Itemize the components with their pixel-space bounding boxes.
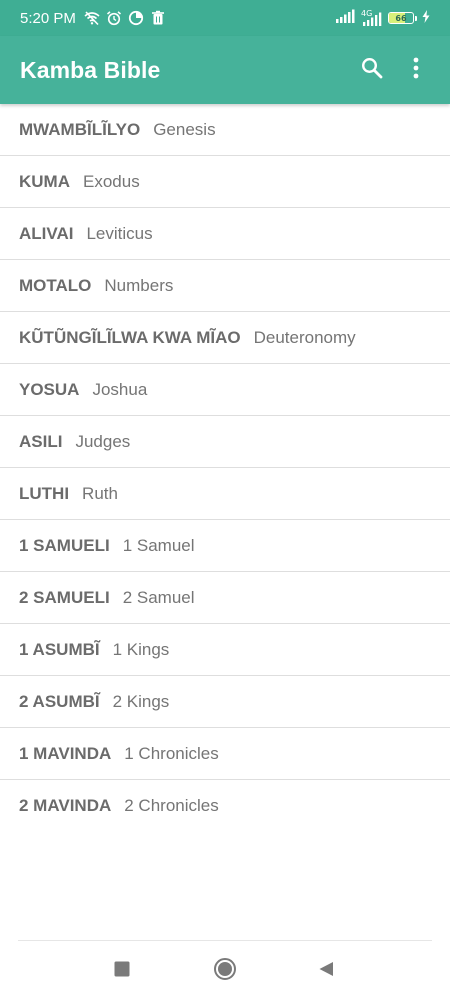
book-kamba-name: LUTHI xyxy=(19,483,70,503)
book-english-name: 1 Samuel xyxy=(122,535,195,555)
battery-level: 66 xyxy=(395,13,407,23)
app-bar: Kamba Bible xyxy=(0,36,450,104)
status-right: 4G 66 xyxy=(336,9,430,27)
system-nav-bar xyxy=(0,941,450,1000)
book-english-name: Judges xyxy=(75,431,131,451)
battery-tip xyxy=(415,15,417,21)
home-icon xyxy=(213,957,237,986)
book-list-item[interactable]: MOTALO Numbers xyxy=(0,260,450,312)
book-list-item[interactable]: LUTHI Ruth xyxy=(0,468,450,520)
book-kamba-name: KŨTŨNGĨLĨLWA KWA MĨAO xyxy=(19,327,241,347)
book-kamba-name: ASILI xyxy=(19,431,63,451)
status-left: 5:20 PM xyxy=(20,10,166,27)
book-list-item[interactable]: 2 ASUMBĨ 2 Kings xyxy=(0,676,450,728)
book-list-item[interactable]: KUMA Exodus xyxy=(0,156,450,208)
book-english-name: 1 Kings xyxy=(112,639,170,659)
book-list-item[interactable]: KŨTŨNGĨLĨLWA KWA MĨAO Deuteronomy xyxy=(0,312,450,364)
book-english-name: Numbers xyxy=(104,275,174,295)
recents-button[interactable] xyxy=(110,959,134,983)
home-button[interactable] xyxy=(213,957,237,986)
signal-4g-icon: 4G xyxy=(361,9,383,26)
back-button[interactable] xyxy=(314,959,338,983)
signal-icon xyxy=(336,9,356,27)
status-time: 5:20 PM xyxy=(20,9,76,27)
book-list-item[interactable]: MWAMBĨLĨLYO Genesis xyxy=(0,104,450,156)
book-english-name: Leviticus xyxy=(86,223,153,243)
battery-icon: 66 xyxy=(388,12,417,24)
book-kamba-name: MWAMBĨLĨLYO xyxy=(19,119,141,139)
charging-icon xyxy=(422,9,430,27)
app-actions xyxy=(350,48,438,92)
book-kamba-name: 1 MAVINDA xyxy=(19,743,112,763)
book-list: MWAMBĨLĨLYO Genesis KUMA Exodus ALIVAI Leviti… xyxy=(0,104,450,831)
book-list-item[interactable]: 1 MAVINDA 1 Chronicles xyxy=(0,728,450,780)
book-kamba-name: KUMA xyxy=(19,171,70,191)
book-english-name: Ruth xyxy=(82,483,118,503)
app-title: Kamba Bible xyxy=(20,56,161,83)
more-options-button[interactable] xyxy=(394,48,438,92)
book-kamba-name: ALIVAI xyxy=(19,223,74,243)
book-english-name: 2 Samuel xyxy=(122,587,195,607)
book-english-name: 2 Kings xyxy=(112,691,170,711)
search-icon xyxy=(360,56,384,85)
recents-icon xyxy=(114,961,130,982)
book-list-item[interactable]: YOSUA Joshua xyxy=(0,364,450,416)
data-saver-icon xyxy=(128,10,144,26)
wifi-off-icon xyxy=(84,10,100,26)
battery-body: 66 xyxy=(388,12,414,24)
back-icon xyxy=(318,961,334,982)
book-kamba-name: MOTALO xyxy=(19,275,92,295)
book-list-item[interactable]: 1 ASUMBĨ 1 Kings xyxy=(0,624,450,676)
more-vert-icon xyxy=(413,57,419,84)
book-list-item[interactable]: 2 SAMUELI 2 Samuel xyxy=(0,572,450,624)
search-button[interactable] xyxy=(350,48,394,92)
alarm-icon xyxy=(106,10,122,26)
book-kamba-name: YOSUA xyxy=(19,379,80,399)
book-list-item[interactable]: ALIVAI Leviticus xyxy=(0,208,450,260)
book-english-name: 1 Chronicles xyxy=(124,743,219,763)
book-english-name: Genesis xyxy=(153,119,216,139)
book-english-name: Joshua xyxy=(92,379,148,399)
book-kamba-name: 2 MAVINDA xyxy=(19,795,112,815)
book-english-name: Exodus xyxy=(83,171,140,191)
book-list-item[interactable]: 1 SAMUELI 1 Samuel xyxy=(0,520,450,572)
status-bar: 5:20 PM 4G 66 xyxy=(0,0,450,36)
book-list-item[interactable]: 2 MAVINDA 2 Chronicles xyxy=(0,780,450,831)
book-english-name: 2 Chronicles xyxy=(124,795,219,815)
book-kamba-name: 1 SAMUELI xyxy=(19,535,110,555)
book-list-item[interactable]: ASILI Judges xyxy=(0,416,450,468)
book-kamba-name: 2 ASUMBĨ xyxy=(19,691,100,711)
book-kamba-name: 2 SAMUELI xyxy=(19,587,110,607)
book-english-name: Deuteronomy xyxy=(253,327,356,347)
trash-icon xyxy=(150,10,166,26)
book-kamba-name: 1 ASUMBĨ xyxy=(19,639,100,659)
